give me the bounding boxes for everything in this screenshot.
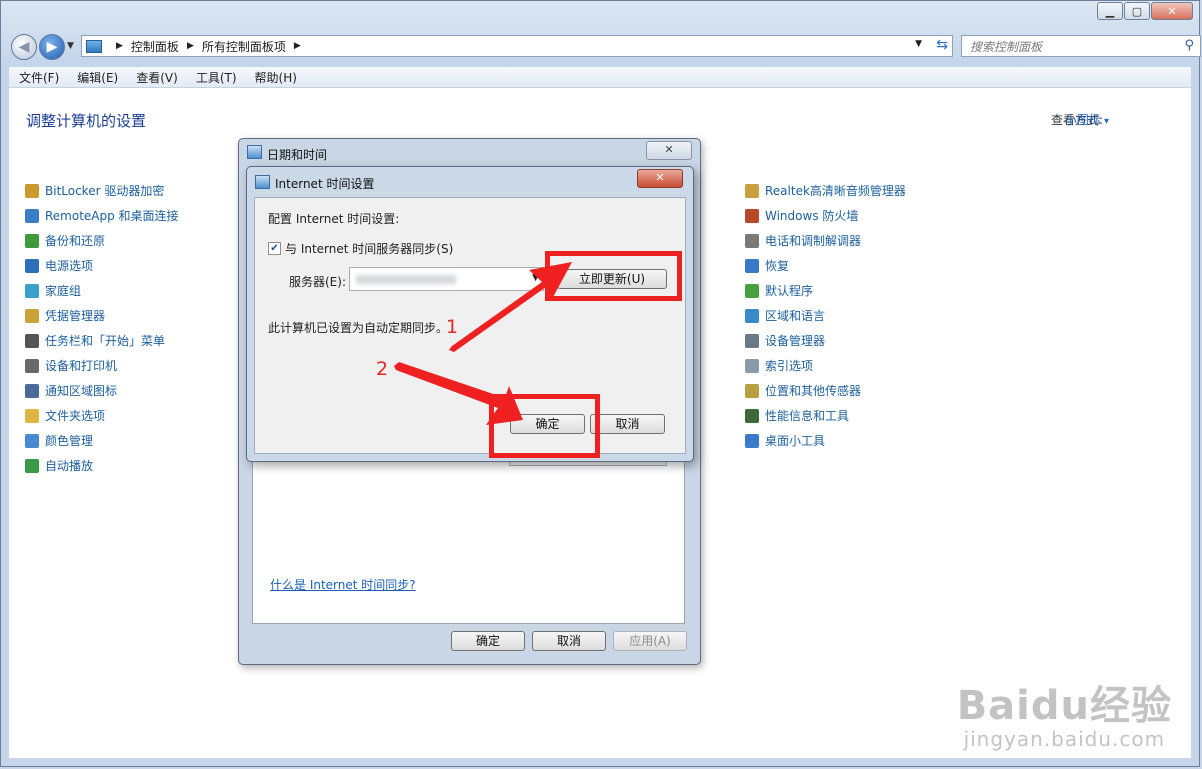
watermark: Baidu经验 jingyan.baidu.com — [957, 673, 1172, 751]
arrow-1-icon — [449, 262, 572, 352]
annotation-number-1: 1 — [446, 316, 459, 338]
annotation-number-2: 2 — [376, 358, 389, 380]
annotation-arrows — [394, 262, 572, 425]
watermark-url: jingyan.baidu.com — [963, 727, 1166, 751]
watermark-logo: Baidu经验 — [956, 683, 1172, 729]
arrow-2-icon — [394, 362, 523, 425]
